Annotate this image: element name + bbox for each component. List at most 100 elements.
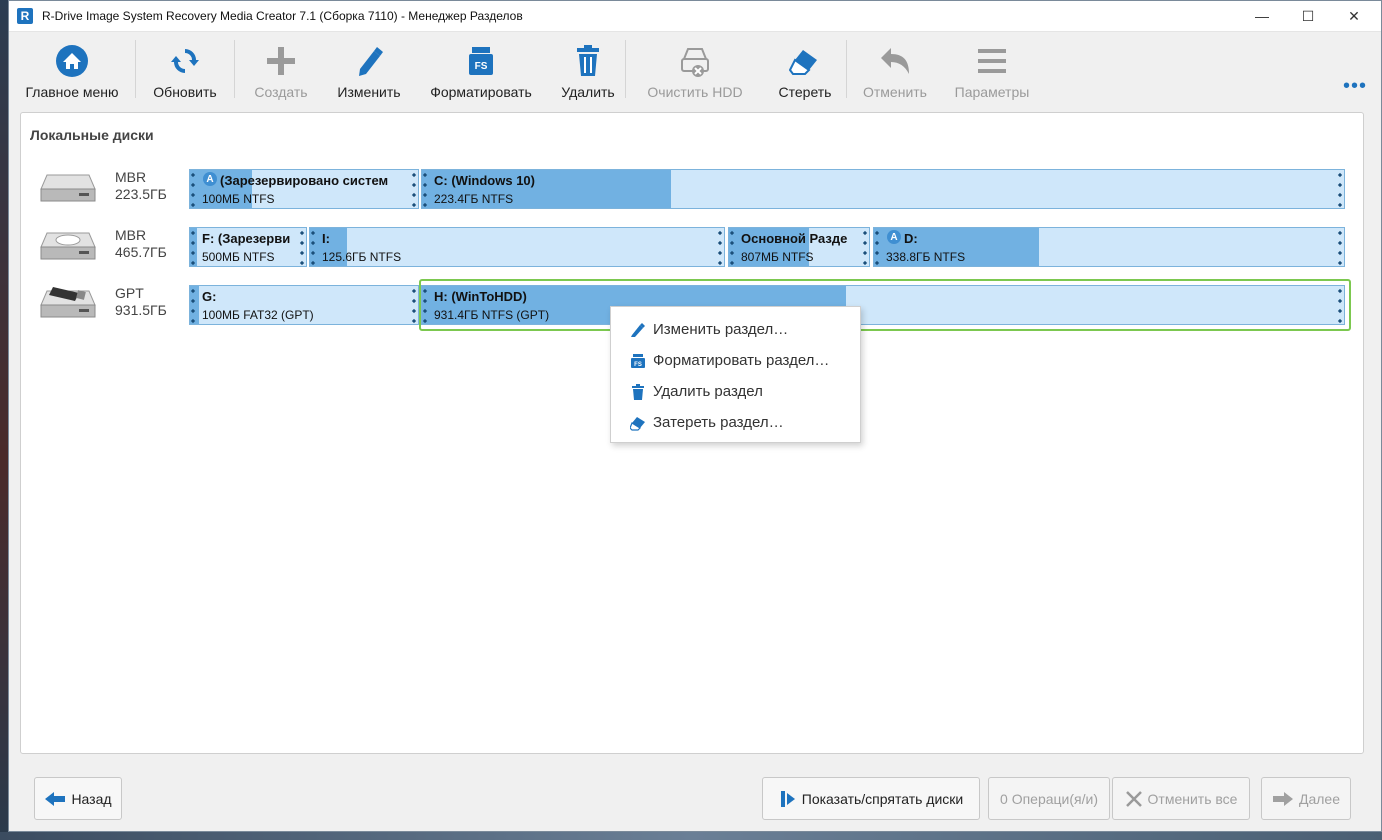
disk-partition-style: MBR bbox=[115, 169, 147, 185]
partition-info: 223.4ГБ NTFS bbox=[434, 192, 514, 206]
clean-hdd-button[interactable]: Очистить HDD bbox=[626, 32, 764, 104]
partition-name: H: (WinToHDD) bbox=[434, 289, 527, 304]
maximize-button[interactable]: ☐ bbox=[1285, 1, 1331, 32]
context-delete-partition[interactable]: Удалить раздел bbox=[611, 376, 860, 407]
close-x-icon bbox=[1125, 790, 1143, 808]
hdd-icon bbox=[39, 169, 97, 205]
partition-info: 338.8ГБ NTFS bbox=[886, 250, 966, 264]
cancel-all-label: Отменить все bbox=[1147, 790, 1238, 807]
resize-handle-left[interactable] bbox=[310, 230, 316, 266]
format-icon-text: FS bbox=[475, 61, 488, 72]
refresh-button[interactable]: Обновить bbox=[136, 32, 234, 104]
resize-handle-left[interactable] bbox=[729, 230, 735, 266]
wipe-button[interactable]: Стереть bbox=[764, 32, 846, 104]
partition-name: C: (Windows 10) bbox=[434, 173, 535, 188]
partition-name: Основной Разде bbox=[741, 231, 848, 246]
partition-block-selected[interactable]: H: (WinToHDD) 931.4ГБ NTFS (GPT) bbox=[421, 285, 1345, 325]
resize-handle-right[interactable] bbox=[717, 230, 723, 266]
resize-handle-left[interactable] bbox=[190, 230, 196, 266]
resize-handle-right[interactable] bbox=[411, 288, 417, 324]
usb-drive-icon bbox=[39, 283, 97, 319]
resize-handle-left[interactable] bbox=[422, 172, 428, 208]
disk-partition-style: MBR bbox=[115, 227, 147, 243]
desktop-background bbox=[0, 0, 8, 840]
resize-handle-right[interactable] bbox=[862, 230, 868, 266]
next-button[interactable]: Далее bbox=[1261, 777, 1351, 820]
format-icon-text: FS bbox=[634, 362, 642, 368]
disk-visibility-icon bbox=[779, 789, 797, 809]
partition-block[interactable]: A D: 338.8ГБ NTFS bbox=[873, 227, 1345, 267]
resize-handle-left[interactable] bbox=[190, 288, 196, 324]
operations-button[interactable]: 0 Операци(я/и) bbox=[988, 777, 1110, 820]
disk-size: 931.5ГБ bbox=[115, 302, 167, 318]
resize-handle-left[interactable] bbox=[874, 230, 880, 266]
minimize-button[interactable]: — bbox=[1239, 1, 1285, 32]
resize-handle-right[interactable] bbox=[1337, 288, 1343, 324]
refresh-icon bbox=[170, 42, 200, 80]
pencil-icon bbox=[629, 321, 647, 339]
context-item-label: Изменить раздел… bbox=[653, 321, 789, 338]
partition-info: 125.6ГБ NTFS bbox=[322, 250, 402, 264]
format-button[interactable]: FS Форматировать bbox=[411, 32, 551, 104]
partition-name: I: bbox=[322, 231, 330, 246]
eraser-icon bbox=[629, 414, 647, 432]
disk-info: MBR 465.7ГБ bbox=[115, 227, 167, 261]
toolbar: Главное меню Обновить Создать Изменить F… bbox=[9, 32, 1381, 104]
context-wipe-partition[interactable]: Затереть раздел… bbox=[611, 407, 860, 438]
undo-icon bbox=[879, 42, 911, 80]
partition-block[interactable]: A (Зарезервировано систем 100МБ NTFS bbox=[189, 169, 419, 209]
section-title: Локальные диски bbox=[30, 127, 154, 143]
show-hide-disks-button[interactable]: Показать/спрятать диски bbox=[762, 777, 980, 820]
resize-handle-right[interactable] bbox=[1337, 230, 1343, 266]
trash-icon bbox=[629, 383, 647, 401]
more-options-icon[interactable]: ••• bbox=[1343, 76, 1367, 96]
partition-info: 807МБ NTFS bbox=[741, 250, 814, 264]
cancel-all-button[interactable]: Отменить все bbox=[1112, 777, 1250, 820]
format-icon: FS bbox=[629, 352, 647, 370]
format-icon: FS bbox=[467, 42, 495, 80]
partition-name: (Зарезервировано систем bbox=[220, 173, 389, 188]
edit-button[interactable]: Изменить bbox=[327, 32, 411, 104]
disk-partition-style: GPT bbox=[115, 285, 144, 301]
resize-handle-right[interactable] bbox=[411, 172, 417, 208]
partition-block[interactable]: G: 100МБ FAT32 (GPT) bbox=[189, 285, 419, 325]
partition-block[interactable]: I: 125.6ГБ NTFS bbox=[309, 227, 725, 267]
disk-size: 223.5ГБ bbox=[115, 186, 167, 202]
partition-block[interactable]: Основной Разде 807МБ NTFS bbox=[728, 227, 870, 267]
context-edit-partition[interactable]: Изменить раздел… bbox=[611, 314, 860, 345]
partition-block[interactable]: F: (Зарезерви 500МБ NTFS bbox=[189, 227, 307, 267]
partition-info: 500МБ NTFS bbox=[202, 250, 275, 264]
partition-info: 100МБ NTFS bbox=[202, 192, 275, 206]
main-menu-button[interactable]: Главное меню bbox=[9, 32, 135, 104]
format-label: Форматировать bbox=[430, 84, 532, 100]
partition-block[interactable]: C: (Windows 10) 223.4ГБ NTFS bbox=[421, 169, 1345, 209]
close-button[interactable]: ✕ bbox=[1331, 1, 1377, 32]
window-title: R-Drive Image System Recovery Media Crea… bbox=[42, 9, 523, 23]
back-button[interactable]: Назад bbox=[34, 777, 122, 820]
os-badge-icon: A bbox=[203, 172, 217, 186]
resize-handle-right[interactable] bbox=[1337, 172, 1343, 208]
arrow-right-icon bbox=[1272, 791, 1294, 807]
os-badge-icon: A bbox=[887, 230, 901, 244]
settings-label: Параметры bbox=[954, 84, 1030, 100]
next-label: Далее bbox=[1298, 790, 1340, 807]
resize-handle-right[interactable] bbox=[299, 230, 305, 266]
create-button[interactable]: Создать bbox=[235, 32, 327, 104]
hdd-icon bbox=[39, 227, 97, 263]
resize-handle-left[interactable] bbox=[190, 172, 196, 208]
context-item-label: Форматировать раздел… bbox=[653, 352, 830, 369]
context-menu: Изменить раздел… FS Форматировать раздел… bbox=[610, 306, 861, 443]
context-item-label: Затереть раздел… bbox=[653, 414, 784, 431]
undo-label: Отменить bbox=[863, 84, 927, 100]
context-format-partition[interactable]: FS Форматировать раздел… bbox=[611, 345, 860, 376]
hdd-clean-icon bbox=[678, 42, 712, 80]
wipe-label: Стереть bbox=[778, 84, 832, 100]
delete-button[interactable]: Удалить bbox=[551, 32, 625, 104]
clean-hdd-label: Очистить HDD bbox=[647, 84, 743, 100]
resize-handle-left[interactable] bbox=[422, 288, 428, 324]
app-logo-icon: R bbox=[17, 8, 33, 24]
desktop-taskbar-strip bbox=[0, 832, 1382, 840]
undo-button[interactable]: Отменить bbox=[847, 32, 943, 104]
partition-name: F: (Зарезерви bbox=[202, 231, 291, 246]
settings-button[interactable]: Параметры bbox=[943, 32, 1041, 104]
